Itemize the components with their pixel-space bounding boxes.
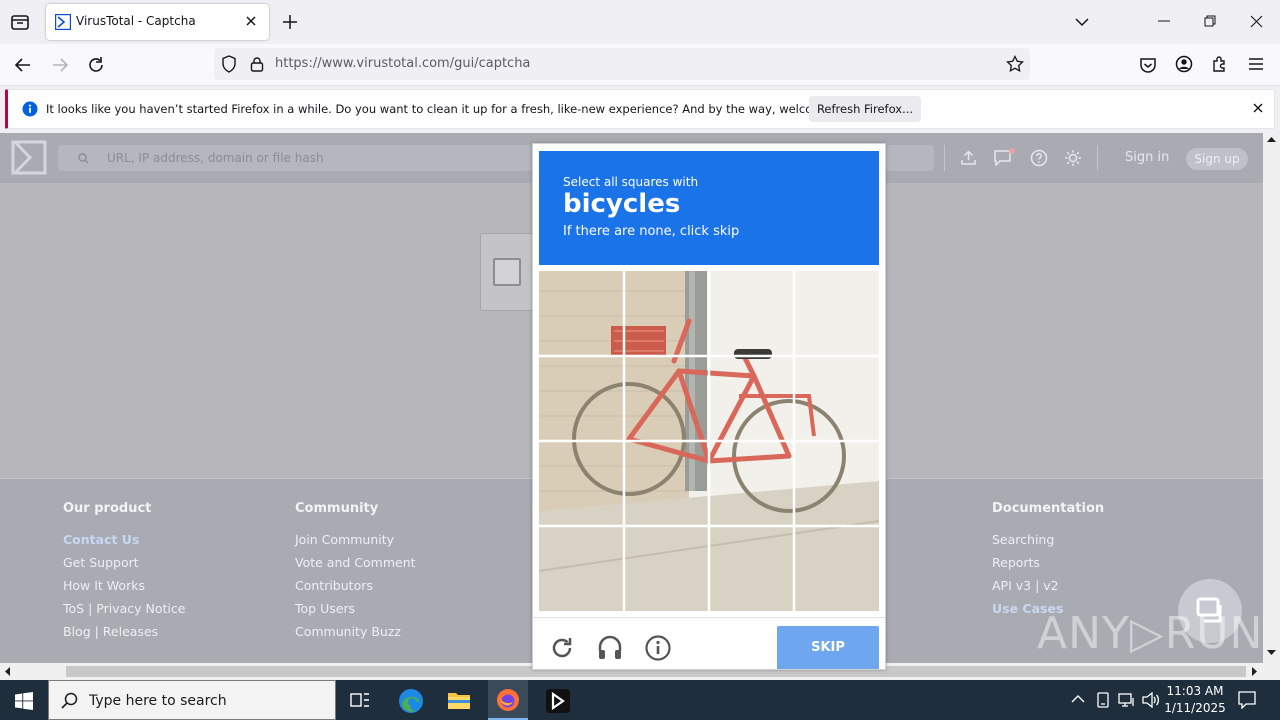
tab-manager-icon[interactable] — [10, 12, 30, 32]
footer-col-community: Community Join Community Vote and Commen… — [295, 501, 416, 639]
audio-challenge-icon[interactable] — [597, 635, 623, 661]
header-divider — [944, 145, 945, 171]
show-hidden-icons-icon[interactable] — [1071, 694, 1085, 704]
new-tab-icon[interactable] — [282, 14, 298, 30]
search-icon — [78, 153, 89, 164]
edge-icon[interactable] — [398, 688, 424, 714]
tracking-protection-shield-icon[interactable] — [221, 55, 237, 73]
scroll-left-icon[interactable] — [4, 667, 10, 676]
challenge-image-grid — [539, 271, 879, 611]
refresh-firefox-button[interactable]: Refresh Firefox... — [809, 96, 921, 122]
skip-button[interactable]: SKIP — [777, 626, 879, 669]
footer-link[interactable]: ToS | Privacy Notice — [63, 601, 185, 616]
scroll-up-icon[interactable] — [1267, 136, 1276, 142]
file-explorer-icon[interactable] — [447, 689, 471, 711]
notification-close-icon[interactable] — [1252, 102, 1264, 114]
bookmark-star-icon[interactable] — [1006, 55, 1024, 73]
challenge-instruction: Select all squares with — [563, 175, 699, 189]
firefox-icon — [496, 688, 520, 712]
scroll-down-icon[interactable] — [1267, 650, 1276, 656]
volume-icon[interactable] — [1142, 692, 1160, 708]
challenge-target: bicycles — [563, 189, 681, 219]
footer-heading: Our product — [63, 501, 152, 516]
pocket-icon[interactable] — [1139, 56, 1157, 74]
lock-icon[interactable] — [250, 56, 264, 72]
bicycle-photo — [539, 271, 879, 611]
forward-icon[interactable] — [51, 56, 69, 74]
footer-link[interactable]: Blog | Releases — [63, 624, 185, 639]
info-help-icon[interactable] — [645, 635, 671, 661]
navigation-bar: https://www.virustotal.com/gui/captcha — [0, 44, 1280, 86]
url-bar[interactable]: https://www.virustotal.com/gui/captcha — [214, 48, 1030, 80]
theme-toggle-icon[interactable] — [1064, 149, 1082, 167]
taskbar-firefox-active[interactable] — [488, 680, 528, 720]
footer-heading: Community — [295, 501, 379, 516]
notification-message: It looks like you haven’t started Firefo… — [46, 102, 867, 116]
footer-link[interactable]: Top Users — [295, 601, 416, 616]
search-icon — [61, 692, 78, 709]
footer-link[interactable]: Contributors — [295, 578, 416, 593]
tab-strip: VirusTotal - Captcha — [0, 0, 1280, 44]
taskbar-search-placeholder: Type here to search — [89, 693, 227, 709]
scroll-right-icon[interactable] — [1252, 667, 1258, 676]
footer-link[interactable]: Contact Us — [63, 532, 185, 547]
restore-icon[interactable] — [1204, 15, 1216, 27]
vertical-scrollbar[interactable] — [1263, 133, 1280, 663]
device-icon[interactable] — [1096, 692, 1110, 708]
footer-link[interactable]: Reports — [992, 555, 1104, 570]
tab-virustotal[interactable]: VirusTotal - Captcha — [46, 4, 269, 40]
menu-icon[interactable] — [1248, 57, 1264, 71]
url-text[interactable]: https://www.virustotal.com/gui/captcha — [275, 56, 530, 71]
footer-link[interactable]: Searching — [992, 532, 1104, 547]
upload-icon[interactable] — [961, 150, 976, 165]
notification-center-icon[interactable] — [1238, 691, 1256, 709]
info-icon — [22, 101, 38, 117]
reload-challenge-icon[interactable] — [550, 636, 574, 660]
taskbar-search-box[interactable]: Type here to search — [48, 680, 336, 720]
challenge-footer-divider — [533, 617, 885, 618]
search-placeholder: URL, IP address, domain or file hash — [107, 151, 324, 165]
extensions-icon[interactable] — [1211, 55, 1229, 73]
virustotal-favicon — [55, 14, 71, 30]
account-icon[interactable] — [1175, 55, 1193, 73]
reload-icon[interactable] — [87, 56, 105, 74]
clock-date: 1/11/2025 — [1164, 701, 1226, 715]
footer-col-product: Our product Contact Us Get Support How I… — [63, 501, 185, 639]
task-view-icon[interactable] — [350, 691, 370, 709]
footer-heading: Documentation — [992, 501, 1105, 516]
anyrun-watermark: ANY▷RUN — [1037, 608, 1264, 659]
back-icon[interactable] — [14, 56, 32, 74]
sign-in-link[interactable]: Sign in — [1125, 150, 1169, 165]
anyrun-taskbar-icon[interactable] — [545, 688, 571, 714]
footer-link[interactable]: Get Support — [63, 555, 185, 570]
close-window-icon[interactable] — [1250, 15, 1263, 28]
network-icon[interactable] — [1118, 692, 1136, 708]
footer-col-documentation: Documentation Searching Reports API v3 |… — [992, 501, 1104, 616]
refresh-firefox-notification: It looks like you haven’t started Firefo… — [5, 89, 1275, 129]
sign-up-button[interactable]: Sign up — [1186, 148, 1248, 170]
list-all-tabs-icon[interactable] — [1074, 15, 1090, 29]
clock-time: 11:03 AM — [1166, 684, 1224, 698]
footer-link[interactable]: Join Community — [295, 532, 416, 547]
taskbar-clock[interactable]: 11:03 AM 1/11/2025 — [1163, 684, 1227, 715]
notifications-icon[interactable] — [994, 148, 1016, 166]
recaptcha-checkbox[interactable] — [493, 258, 521, 286]
minimize-icon[interactable] — [1158, 20, 1170, 22]
help-icon[interactable] — [1030, 149, 1048, 167]
challenge-header: Select all squares with bicycles If ther… — [539, 151, 879, 265]
footer-link[interactable]: API v3 | v2 — [992, 578, 1104, 593]
windows-taskbar: Type here to search 11:03 AM 1/11/2025 — [0, 680, 1280, 720]
footer-link[interactable]: How It Works — [63, 578, 185, 593]
header-divider-2 — [1097, 145, 1098, 171]
footer-link[interactable]: Community Buzz — [295, 624, 416, 639]
virustotal-logo[interactable] — [11, 140, 47, 175]
tab-title: VirusTotal - Captcha — [76, 14, 196, 28]
windows-start-icon[interactable] — [15, 692, 33, 710]
tab-close-icon[interactable] — [244, 14, 258, 28]
footer-link[interactable]: Vote and Comment — [295, 555, 416, 570]
recaptcha-checkbox-widget — [480, 233, 540, 311]
challenge-hint: If there are none, click skip — [563, 224, 740, 239]
captcha-challenge-popup: Select all squares with bicycles If ther… — [532, 143, 886, 670]
